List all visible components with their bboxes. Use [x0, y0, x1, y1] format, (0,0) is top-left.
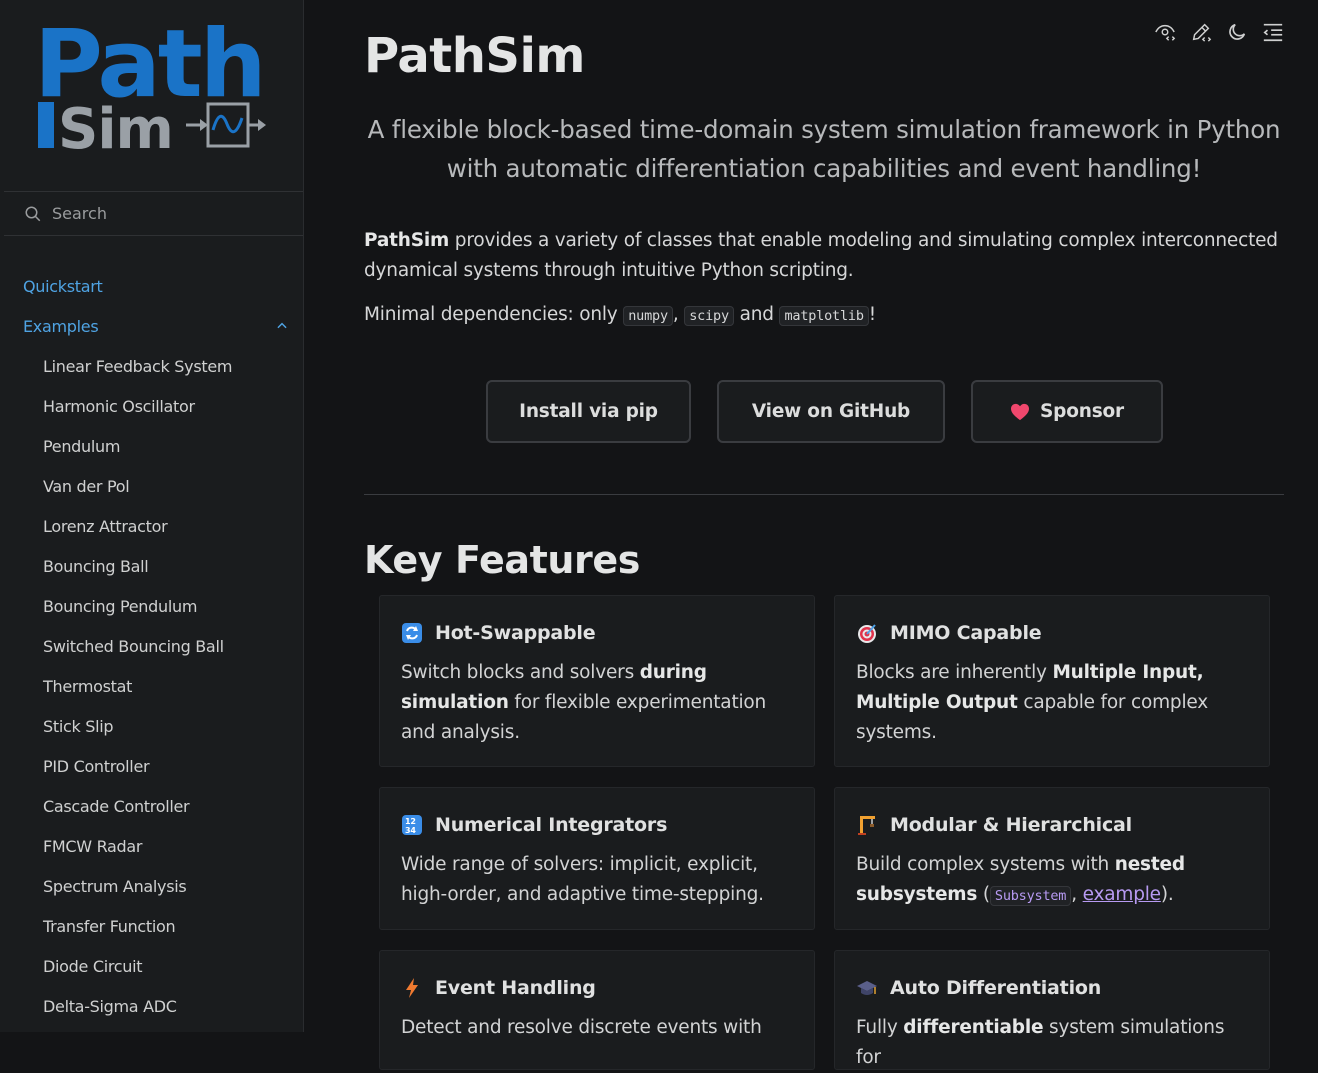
nav-item-cascade-controller[interactable]: Cascade Controller — [0, 786, 303, 826]
page-title: PathSim — [364, 28, 585, 84]
feature-text: Detect and resolve discrete events with — [401, 1017, 762, 1038]
search-input[interactable] — [52, 204, 272, 223]
toc-icon — [1263, 23, 1283, 42]
feature-card-numerical-integrators: 12 34 Numerical Integrators Wide range of … — [379, 787, 815, 930]
dep-matplotlib: matplotlib — [779, 306, 869, 326]
search-box[interactable] — [4, 191, 303, 236]
feature-text: Fully — [856, 1017, 904, 1038]
toc-toggle[interactable] — [1262, 20, 1284, 44]
nav-item-harmonic-oscillator[interactable]: Harmonic Oscillator — [0, 386, 303, 426]
feature-card-auto-differentiation: Auto Differentiation Fully differentiabl… — [834, 950, 1270, 1070]
nav-item-pid-controller[interactable]: PID Controller — [0, 746, 303, 786]
install-label: Install via pip — [519, 401, 658, 422]
tagline: A flexible block-based time-domain syste… — [367, 115, 1281, 183]
dep-scipy: scipy — [684, 306, 734, 326]
target-icon — [856, 622, 878, 644]
deps-prefix: Minimal dependencies: only — [364, 304, 624, 325]
feature-title: Numerical Integrators — [435, 814, 668, 836]
sponsor-label: Sponsor — [1040, 401, 1124, 422]
deps-and: and — [733, 304, 780, 325]
nav-quickstart-label: Quickstart — [23, 276, 103, 296]
sidebar-nav: Quickstart Examples Linear Feedback Syst… — [0, 266, 303, 1026]
section-divider — [364, 494, 1284, 495]
heart-icon — [1011, 403, 1030, 420]
subsystem-code[interactable]: Subsystem — [989, 886, 1072, 906]
nav-item-switched-bouncing-ball[interactable]: Switched Bouncing Ball — [0, 626, 303, 666]
dep-numpy: numpy — [623, 306, 673, 326]
nav-item-thermostat[interactable]: Thermostat — [0, 666, 303, 706]
feature-card-hot-swappable: Hot-Swappable Switch blocks and solvers … — [379, 595, 815, 767]
main-content: PathSim A flexible block-based time-doma… — [304, 0, 1318, 1070]
nav-item-transfer-function[interactable]: Transfer Function — [0, 906, 303, 946]
intro-strong: PathSim — [364, 230, 450, 251]
view-source-button[interactable] — [1154, 20, 1176, 44]
nav-examples[interactable]: Examples — [0, 306, 303, 346]
refresh-icon — [401, 622, 423, 644]
nav-quickstart[interactable]: Quickstart — [0, 266, 303, 306]
dependencies-paragraph: Minimal dependencies: only numpy, scipy … — [364, 300, 876, 331]
feature-title: MIMO Capable — [890, 622, 1042, 644]
svg-text:12: 12 — [405, 817, 416, 826]
feature-title: Event Handling — [435, 977, 596, 999]
feature-title: Modular & Hierarchical — [890, 814, 1132, 836]
nav-item-lorenz-attractor[interactable]: Lorenz Attractor — [0, 506, 303, 546]
chevron-up-icon[interactable] — [275, 319, 289, 333]
graduation-cap-icon — [856, 977, 878, 999]
svg-text:34: 34 — [405, 826, 416, 835]
nav-item-linear-feedback-system[interactable]: Linear Feedback System — [0, 346, 303, 386]
feature-text: Switch blocks and solvers — [401, 662, 640, 683]
edit-icon — [1192, 23, 1212, 42]
github-label: View on GitHub — [751, 401, 911, 422]
feature-strong: differentiable — [903, 1017, 1044, 1038]
nav-item-fmcw-radar[interactable]: FMCW Radar — [0, 826, 303, 866]
feature-title: Auto Differentiation — [890, 977, 1102, 999]
feature-text: ). — [1160, 884, 1174, 905]
deps-suffix: ! — [868, 304, 876, 325]
nav-item-van-der-pol[interactable]: Van der Pol — [0, 466, 303, 506]
nav-item-bouncing-pendulum[interactable]: Bouncing Pendulum — [0, 586, 303, 626]
feature-text: Wide range of solvers: implicit, explici… — [401, 854, 764, 905]
feature-text: , — [1071, 884, 1083, 905]
sidebar: Path Sim Quickstart Examples Linear Feed… — [0, 0, 304, 1032]
nav-item-pendulum[interactable]: Pendulum — [0, 426, 303, 466]
key-features-heading: Key Features — [364, 538, 640, 582]
intro-text: provides a variety of classes that enabl… — [364, 230, 1278, 281]
nav-item-stick-slip[interactable]: Stick Slip — [0, 706, 303, 746]
sponsor-button[interactable]: Sponsor — [971, 380, 1163, 443]
page-toolbar — [1154, 20, 1284, 44]
pathsim-logo[interactable]: Path Sim — [34, 18, 274, 158]
logo-sim-text: Sim — [58, 97, 173, 158]
search-icon — [25, 206, 41, 221]
intro-paragraph: PathSim provides a variety of classes th… — [364, 226, 1284, 286]
feature-card-event-handling: Event Handling Detect and resolve discre… — [379, 950, 815, 1070]
nav-item-delta-sigma-adc[interactable]: Delta-Sigma ADC — [0, 986, 303, 1026]
feature-text: Build complex systems with — [856, 854, 1115, 875]
edit-page-button[interactable] — [1190, 20, 1212, 44]
deps-sep: , — [672, 304, 685, 325]
dark-mode-icon — [1229, 23, 1246, 40]
feature-card-modular-hierarchical: Modular & Hierarchical Build complex sys… — [834, 787, 1270, 930]
construction-icon — [856, 814, 878, 836]
cta-buttons: Install via pip View on GitHub Sponsor — [486, 380, 1163, 443]
feature-text: Blocks are inherently — [856, 662, 1053, 683]
install-via-pip-button[interactable]: Install via pip — [486, 380, 691, 443]
lightning-icon — [401, 977, 423, 999]
nav-item-bouncing-ball[interactable]: Bouncing Ball — [0, 546, 303, 586]
numbers-icon: 12 34 — [401, 814, 423, 836]
dark-mode-toggle[interactable] — [1226, 20, 1248, 44]
nav-examples-label: Examples — [23, 316, 99, 336]
feature-text: ( — [977, 884, 990, 905]
feature-card-mimo: MIMO Capable Blocks are inherently Multi… — [834, 595, 1270, 767]
view-source-icon — [1155, 24, 1176, 41]
example-link[interactable]: example — [1083, 884, 1161, 905]
feature-title: Hot-Swappable — [435, 622, 596, 644]
view-on-github-button[interactable]: View on GitHub — [717, 380, 945, 443]
nav-item-spectrum-analysis[interactable]: Spectrum Analysis — [0, 866, 303, 906]
nav-item-diode-circuit[interactable]: Diode Circuit — [0, 946, 303, 986]
